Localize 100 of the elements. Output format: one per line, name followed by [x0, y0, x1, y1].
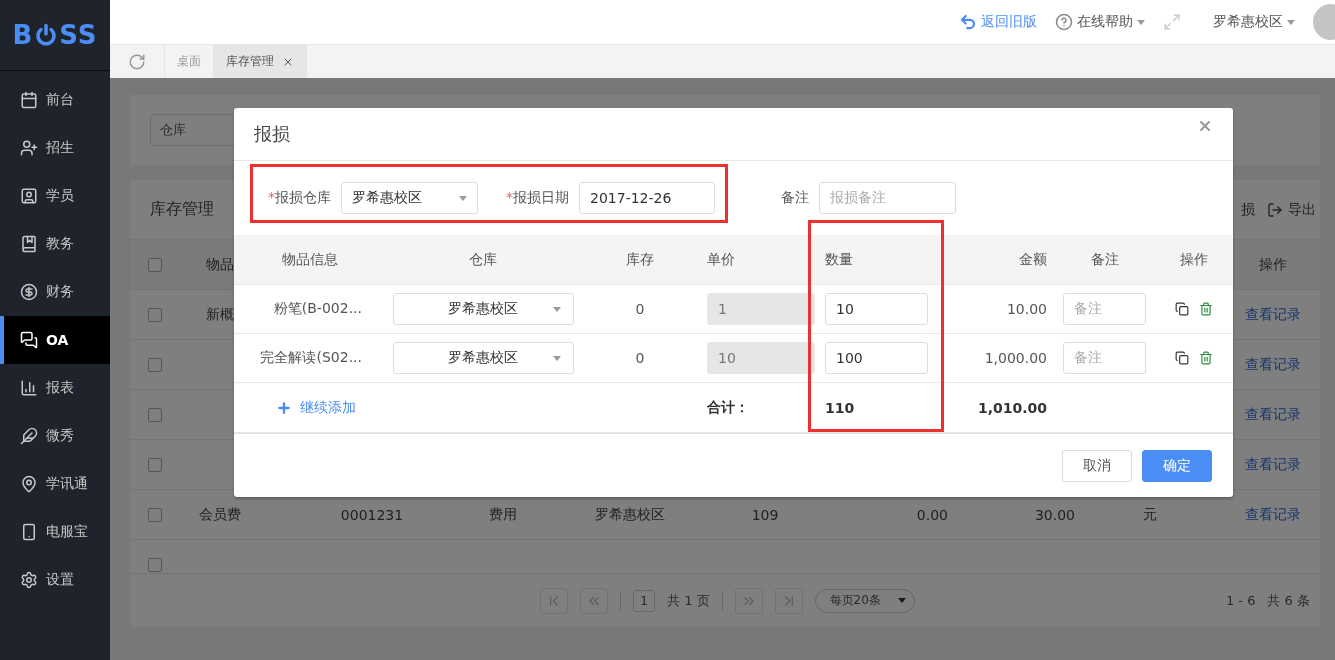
column-header: 物品	[205, 255, 235, 274]
column-header: 物品信息	[281, 250, 339, 269]
total-quantity: 110	[824, 399, 856, 416]
checkbox[interactable]	[148, 557, 162, 572]
quantity-field[interactable]: 10	[825, 293, 928, 325]
table-cell-text: 0.00	[915, 506, 948, 523]
table-cell-text: 109	[750, 506, 780, 523]
stock-cell-text: 0	[634, 301, 646, 317]
column-header: 仓库	[468, 250, 498, 269]
warehouse-select[interactable]: 罗希惠校区	[341, 182, 478, 214]
help-icon	[1055, 13, 1073, 31]
field-label: *报损仓库	[268, 189, 331, 207]
checkbox[interactable]	[148, 357, 162, 372]
previous-page-button[interactable]	[580, 587, 608, 614]
column-header: 库存	[625, 250, 655, 269]
panel-title: 库存管理	[150, 199, 214, 220]
table-cell-text: 30.00	[1033, 506, 1075, 523]
coin-icon	[20, 283, 38, 301]
power-icon	[34, 23, 59, 47]
pin-icon	[20, 475, 38, 493]
trash-icon	[1199, 351, 1213, 365]
price-field[interactable]: 1	[707, 293, 815, 325]
settings-icon	[20, 571, 38, 589]
field-label: 备注	[781, 189, 809, 207]
warehouse-select[interactable]: 罗希惠校区	[392, 293, 574, 325]
checkbox[interactable]	[148, 257, 162, 272]
table-cell-text: 费用	[488, 505, 518, 524]
dialog-title: 报损	[254, 122, 290, 146]
copy-icon	[1175, 302, 1189, 316]
sidebar-item[interactable]: 设置	[0, 556, 110, 604]
delete-button[interactable]	[1199, 351, 1213, 365]
first-page-button[interactable]	[540, 587, 568, 614]
feather-icon	[20, 427, 38, 445]
last-page-button[interactable]	[774, 587, 803, 614]
copy-button[interactable]	[1175, 351, 1189, 365]
sidebar-item[interactable]: 学讯通	[0, 460, 110, 508]
phone-icon	[20, 523, 38, 541]
column-header: 数量	[824, 250, 854, 269]
sidebar-item[interactable]: 前台	[0, 76, 110, 124]
checkbox[interactable]	[148, 307, 162, 322]
sidebar-item[interactable]: 招生	[0, 124, 110, 172]
field-label: *报损日期	[506, 189, 569, 207]
trash-icon	[1199, 302, 1213, 316]
campus-menu[interactable]: 罗希惠校区	[1213, 13, 1295, 31]
delete-button[interactable]	[1199, 302, 1213, 316]
user-card-icon	[20, 187, 38, 205]
column-header: 备注	[1090, 250, 1120, 269]
sidebar-item[interactable]: 电服宝	[0, 508, 110, 556]
table-cell-text: 会员费	[198, 505, 242, 524]
bar-chart-icon	[20, 379, 38, 397]
chat-icon	[20, 331, 38, 349]
export-icon	[1267, 201, 1283, 218]
sidebar-item[interactable]: 教务	[0, 220, 110, 268]
tab[interactable]: 库存管理	[214, 45, 307, 78]
total-amount: 1,010.00	[976, 399, 1048, 416]
toolbar-action[interactable]: 损	[1241, 200, 1255, 219]
column-header: 金额	[1018, 250, 1048, 269]
refresh-icon[interactable]	[128, 52, 146, 71]
column-header: 操作	[1179, 250, 1209, 269]
warehouse-select[interactable]: 罗希惠校区	[392, 342, 574, 374]
cancel-button[interactable]: 取消	[1062, 449, 1132, 482]
table-cell-text: 0001231	[339, 506, 405, 523]
plus-icon	[276, 399, 292, 416]
checkbox[interactable]	[148, 457, 162, 472]
price-field[interactable]: 10	[707, 342, 815, 374]
sidebar-item[interactable]: 学员	[0, 172, 110, 220]
total-label: 合计：	[706, 398, 750, 417]
record-range: 1 - 6	[1225, 593, 1256, 608]
amount-cell-text: 1,000.00	[983, 350, 1048, 366]
sidebar-item[interactable]: 微秀	[0, 412, 110, 460]
sidebar-item[interactable]: 报表	[0, 364, 110, 412]
copy-icon	[1175, 351, 1189, 365]
page-count: 共 1 页	[667, 591, 710, 610]
calendar-icon	[20, 91, 38, 109]
next-page-button[interactable]	[734, 587, 763, 614]
logo: B SS	[12, 20, 98, 50]
column-header: 操作	[1257, 255, 1288, 274]
quantity-field[interactable]: 100	[825, 342, 928, 374]
sidebar-item[interactable]: 财务	[0, 268, 110, 316]
checkbox[interactable]	[148, 407, 162, 422]
book-icon	[20, 235, 38, 253]
amount-cell-text: 10.00	[1005, 301, 1048, 317]
table-cell-text: 新概	[205, 305, 235, 324]
copy-button[interactable]	[1175, 302, 1189, 316]
fullscreen-icon[interactable]	[1163, 13, 1181, 31]
toolbar-action[interactable]: 导出	[1267, 200, 1316, 219]
record-total: 共 6 条	[1267, 591, 1310, 610]
sidebar-item[interactable]: OA	[0, 316, 110, 364]
undo-icon	[959, 13, 977, 31]
column-header: 单价	[706, 250, 736, 269]
table-cell-text: 元	[1142, 505, 1158, 524]
checkbox[interactable]	[148, 507, 162, 522]
help-menu[interactable]: 在线帮助	[1055, 13, 1145, 31]
user-plus-icon	[20, 139, 38, 157]
table-cell-text: 罗希惠校区	[594, 505, 666, 524]
item-name: 完全解读(S02...	[259, 349, 363, 367]
date-field[interactable]: 2017-12-26	[579, 182, 715, 214]
page-input[interactable]: 1	[633, 589, 655, 612]
stock-cell-text: 0	[634, 350, 646, 366]
close-icon	[1197, 118, 1213, 134]
